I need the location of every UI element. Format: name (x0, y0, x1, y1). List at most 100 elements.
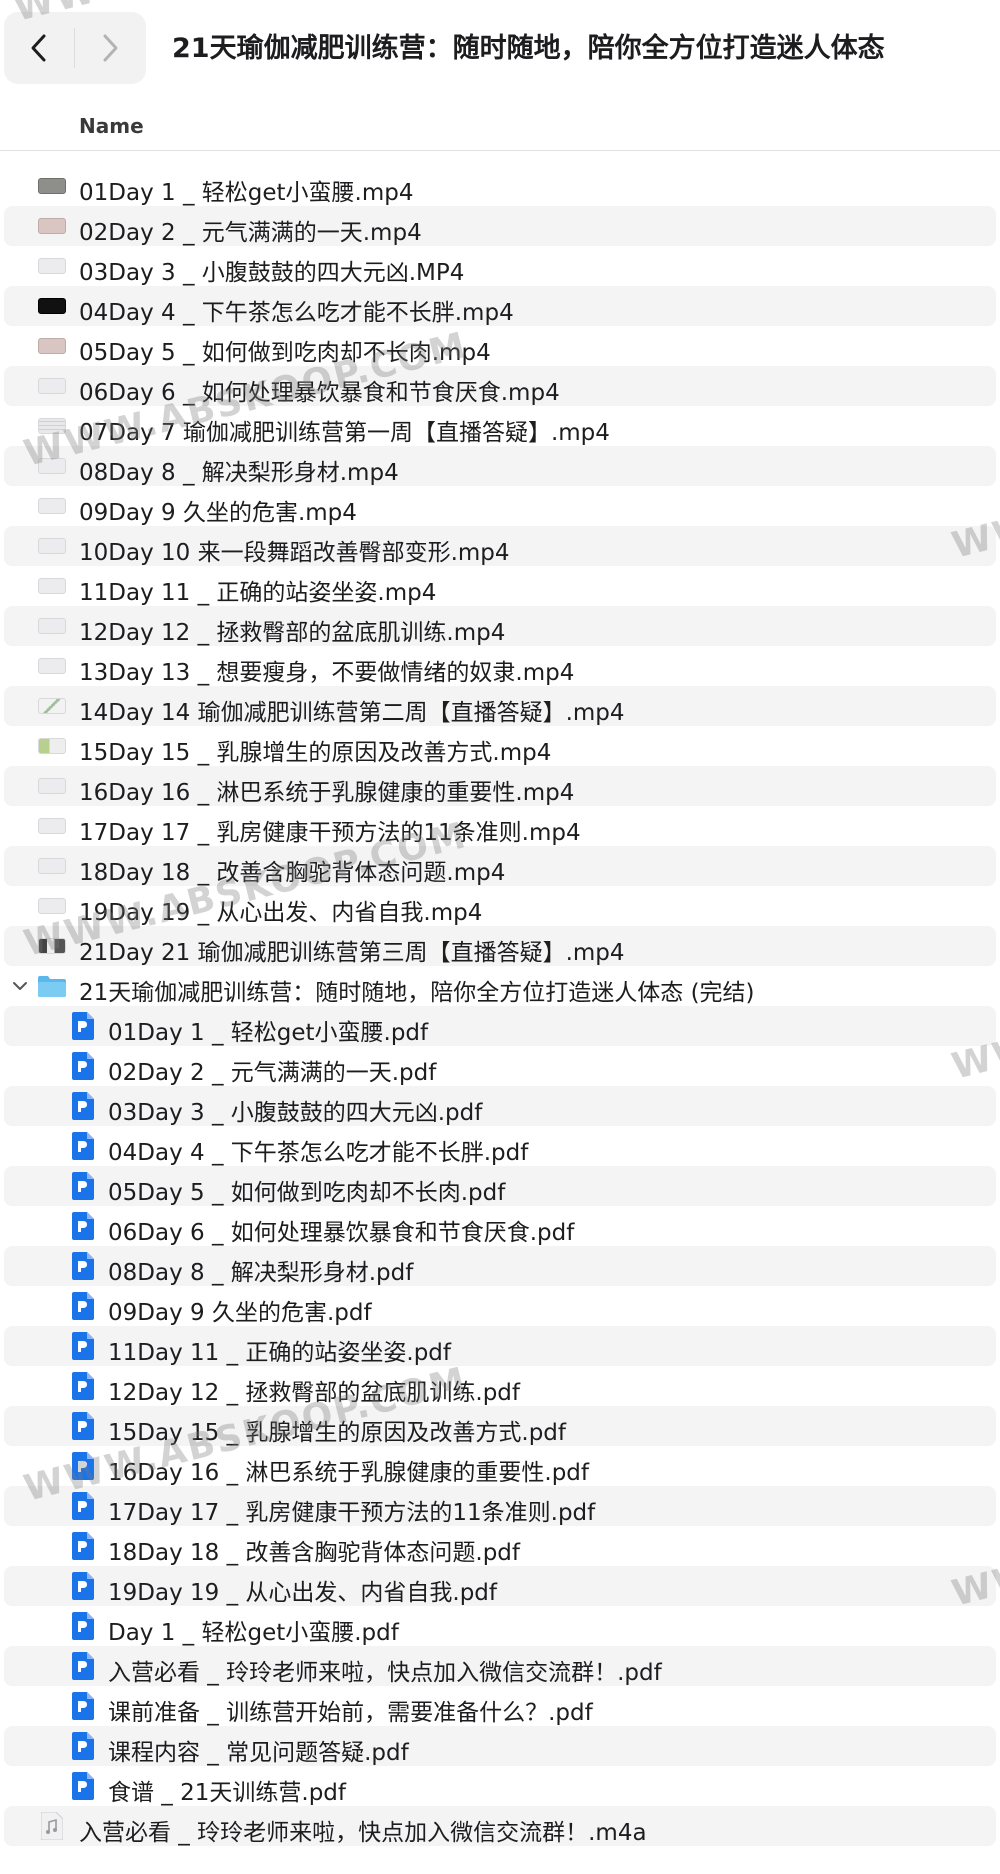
pdf-file-icon (68, 1212, 98, 1240)
file-row[interactable]: 19Day 19 _ 从心出发、内省自我.mp4 (4, 886, 996, 926)
file-name: 09Day 9 久坐的危害.pdf (108, 1300, 372, 1326)
file-name: 03Day 3 _ 小腹鼓鼓的四大元凶.MP4 (79, 260, 465, 286)
file-name: 15Day 15 _ 乳腺增生的原因及改善方式.pdf (108, 1420, 566, 1446)
video-thumbnail-icon (37, 452, 67, 480)
file-row[interactable]: 13Day 13 _ 想要瘦身，不要做情绪的奴隶.mp4 (4, 646, 996, 686)
pdf-file-icon (68, 1252, 98, 1280)
file-row[interactable]: 03Day 3 _ 小腹鼓鼓的四大元凶.MP4 (4, 246, 996, 286)
file-name: 15Day 15 _ 乳腺增生的原因及改善方式.mp4 (79, 740, 552, 766)
video-thumbnail-icon (37, 492, 67, 520)
chevron-left-icon (31, 34, 46, 62)
file-row[interactable]: 01Day 1 _ 轻松get小蛮腰.mp4 (4, 166, 996, 206)
file-name: 02Day 2 _ 元气满满的一天.mp4 (79, 220, 422, 246)
video-thumbnail-icon (37, 572, 67, 600)
file-row[interactable]: 08Day 8 _ 解决梨形身材.pdf (4, 1246, 996, 1286)
navigation-button-group (4, 12, 146, 84)
file-name: 06Day 6 _ 如何处理暴饮暴食和节食厌食.pdf (108, 1220, 575, 1246)
file-row[interactable]: 10Day 10 来一段舞蹈改善臀部变形.mp4 (4, 526, 996, 566)
file-name: 12Day 12 _ 拯救臀部的盆底肌训练.mp4 (79, 620, 506, 646)
window-title: 21天瑜伽减肥训练营：随时随地，陪你全方位打造迷人体态 (172, 33, 885, 64)
pdf-file-icon (68, 1652, 98, 1680)
file-row[interactable]: 18Day 18 _ 改善含胸驼背体态问题.mp4 (4, 846, 996, 886)
pdf-file-icon (68, 1092, 98, 1120)
file-row[interactable]: 12Day 12 _ 拯救臀部的盆底肌训练.pdf (4, 1366, 996, 1406)
file-row[interactable]: 入营必看 _ 玲玲老师来啦，快点加入微信交流群！.pdf (4, 1646, 996, 1686)
file-row[interactable]: 15Day 15 _ 乳腺增生的原因及改善方式.pdf (4, 1406, 996, 1446)
file-name: 课程内容 _ 常见问题答疑.pdf (108, 1740, 409, 1766)
disclosure-chevron-down-icon[interactable] (12, 978, 28, 994)
pdf-file-icon (68, 1692, 98, 1720)
file-row[interactable]: 08Day 8 _ 解决梨形身材.mp4 (4, 446, 996, 486)
file-name: 04Day 4 _ 下午茶怎么吃才能不长胖.mp4 (79, 300, 514, 326)
video-thumbnail-icon (37, 732, 67, 760)
audio-file-icon (37, 1812, 67, 1840)
name-column-header[interactable]: Name (79, 114, 144, 138)
file-row[interactable]: 04Day 4 _ 下午茶怎么吃才能不长胖.mp4 (4, 286, 996, 326)
folder-icon (37, 972, 67, 1000)
file-row[interactable]: 18Day 18 _ 改善含胸驼背体态问题.pdf (4, 1526, 996, 1566)
pdf-file-icon (68, 1412, 98, 1440)
video-thumbnail-icon (37, 532, 67, 560)
file-name: 02Day 2 _ 元气满满的一天.pdf (108, 1060, 437, 1086)
file-name: 16Day 16 _ 淋巴系统于乳腺健康的重要性.mp4 (79, 780, 575, 806)
file-name: Day 1 _ 轻松get小蛮腰.pdf (108, 1620, 399, 1646)
column-header-bar: Name (0, 100, 1000, 151)
file-name: 09Day 9 久坐的危害.mp4 (79, 500, 357, 526)
file-row[interactable]: 17Day 17 _ 乳房健康干预方法的11条准则.mp4 (4, 806, 996, 846)
video-thumbnail-icon (37, 212, 67, 240)
file-name: 08Day 8 _ 解决梨形身材.mp4 (79, 460, 399, 486)
pdf-file-icon (68, 1332, 98, 1360)
file-name: 06Day 6 _ 如何处理暴饮暴食和节食厌食.mp4 (79, 380, 560, 406)
file-row[interactable]: 21Day 21 瑜伽减肥训练营第三周【直播答疑】.mp4 (4, 926, 996, 966)
video-thumbnail-icon (37, 372, 67, 400)
file-row[interactable]: 05Day 5 _ 如何做到吃肉却不长肉.pdf (4, 1166, 996, 1206)
file-row[interactable]: 07Day 7 瑜伽减肥训练营第一周【直播答疑】.mp4 (4, 406, 996, 446)
file-row[interactable]: 09Day 9 久坐的危害.pdf (4, 1286, 996, 1326)
file-name: 19Day 19 _ 从心出发、内省自我.pdf (108, 1580, 497, 1606)
file-name: 08Day 8 _ 解决梨形身材.pdf (108, 1260, 414, 1286)
file-row[interactable]: 04Day 4 _ 下午茶怎么吃才能不长胖.pdf (4, 1126, 996, 1166)
file-name: 21Day 21 瑜伽减肥训练营第三周【直播答疑】.mp4 (79, 940, 625, 966)
file-row[interactable]: 06Day 6 _ 如何处理暴饮暴食和节食厌食.pdf (4, 1206, 996, 1246)
folder-row[interactable]: 21天瑜伽减肥训练营：随时随地，陪你全方位打造迷人体态 (完结) (4, 966, 996, 1006)
file-row[interactable]: 14Day 14 瑜伽减肥训练营第二周【直播答疑】.mp4 (4, 686, 996, 726)
file-name: 05Day 5 _ 如何做到吃肉却不长肉.pdf (108, 1180, 506, 1206)
file-name: 11Day 11 _ 正确的站姿坐姿.mp4 (79, 580, 437, 606)
file-row[interactable]: Day 1 _ 轻松get小蛮腰.pdf (4, 1606, 996, 1646)
file-row[interactable]: 课前准备 _ 训练营开始前，需要准备什么？.pdf (4, 1686, 996, 1726)
file-row[interactable]: 16Day 16 _ 淋巴系统于乳腺健康的重要性.mp4 (4, 766, 996, 806)
file-row[interactable]: 12Day 12 _ 拯救臀部的盆底肌训练.mp4 (4, 606, 996, 646)
file-row[interactable]: 09Day 9 久坐的危害.mp4 (4, 486, 996, 526)
file-row[interactable]: 01Day 1 _ 轻松get小蛮腰.pdf (4, 1006, 996, 1046)
file-row[interactable]: 食谱 _ 21天训练营.pdf (4, 1766, 996, 1806)
file-row[interactable]: 16Day 16 _ 淋巴系统于乳腺健康的重要性.pdf (4, 1446, 996, 1486)
video-thumbnail-icon (37, 932, 67, 960)
forward-button[interactable] (75, 12, 145, 84)
back-button[interactable] (4, 12, 74, 84)
file-row[interactable]: 05Day 5 _ 如何做到吃肉却不长肉.mp4 (4, 326, 996, 366)
file-name: 19Day 19 _ 从心出发、内省自我.mp4 (79, 900, 483, 926)
file-row[interactable]: 19Day 19 _ 从心出发、内省自我.pdf (4, 1566, 996, 1606)
pdf-file-icon (68, 1012, 98, 1040)
file-row[interactable]: 03Day 3 _ 小腹鼓鼓的四大元凶.pdf (4, 1086, 996, 1126)
pdf-file-icon (68, 1532, 98, 1560)
file-row[interactable]: 11Day 11 _ 正确的站姿坐姿.pdf (4, 1326, 996, 1366)
file-name: 18Day 18 _ 改善含胸驼背体态问题.pdf (108, 1540, 520, 1566)
file-name: 14Day 14 瑜伽减肥训练营第二周【直播答疑】.mp4 (79, 700, 625, 726)
file-row[interactable]: 15Day 15 _ 乳腺增生的原因及改善方式.mp4 (4, 726, 996, 766)
video-thumbnail-icon (37, 252, 67, 280)
video-thumbnail-icon (37, 892, 67, 920)
file-name: 03Day 3 _ 小腹鼓鼓的四大元凶.pdf (108, 1100, 483, 1126)
file-row[interactable]: 11Day 11 _ 正确的站姿坐姿.mp4 (4, 566, 996, 606)
file-name: 05Day 5 _ 如何做到吃肉却不长肉.mp4 (79, 340, 491, 366)
file-row[interactable]: 02Day 2 _ 元气满满的一天.mp4 (4, 206, 996, 246)
file-row[interactable]: 02Day 2 _ 元气满满的一天.pdf (4, 1046, 996, 1086)
file-name: 13Day 13 _ 想要瘦身，不要做情绪的奴隶.mp4 (79, 660, 575, 686)
file-row[interactable]: 入营必看 _ 玲玲老师来啦，快点加入微信交流群！.m4a (4, 1806, 996, 1846)
file-row[interactable]: 06Day 6 _ 如何处理暴饮暴食和节食厌食.mp4 (4, 366, 996, 406)
pdf-file-icon (68, 1172, 98, 1200)
file-name: 10Day 10 来一段舞蹈改善臀部变形.mp4 (79, 540, 510, 566)
file-row[interactable]: 17Day 17 _ 乳房健康干预方法的11条准则.pdf (4, 1486, 996, 1526)
pdf-file-icon (68, 1612, 98, 1640)
file-row[interactable]: 课程内容 _ 常见问题答疑.pdf (4, 1726, 996, 1766)
